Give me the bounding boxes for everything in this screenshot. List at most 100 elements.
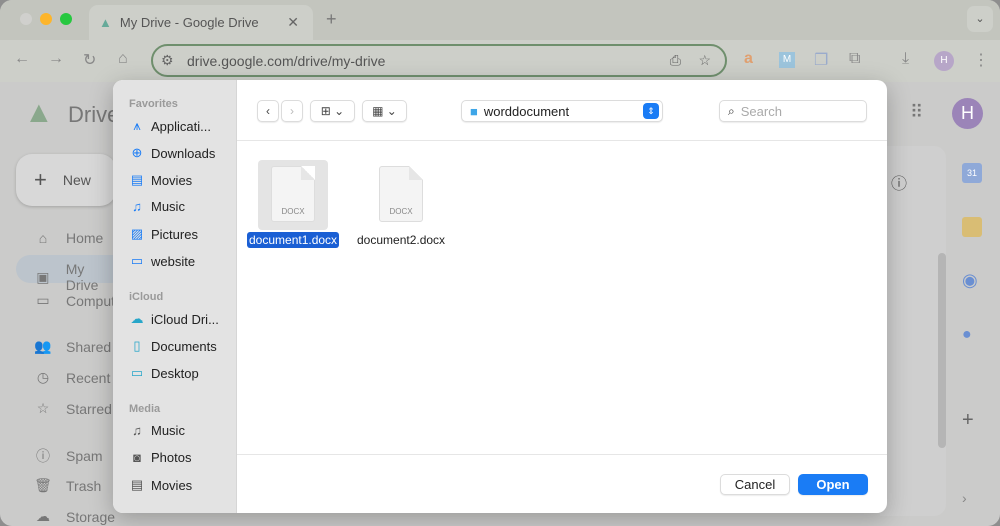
film-icon: ▤ <box>130 477 144 492</box>
file-item-document2[interactable]: DOCX document2.docx <box>357 160 445 247</box>
location-popup[interactable]: ■ worddocument ⇕ <box>461 100 663 122</box>
nav-my-drive[interactable]: ▣ My Drive <box>34 261 120 293</box>
sidebar-item-pictures[interactable]: ▨ Pictures <box>129 226 198 242</box>
nav-trash[interactable]: 🗑 Trash <box>34 477 101 494</box>
chevron-right-icon: › <box>290 104 294 118</box>
amazon-extension-icon[interactable]: a <box>744 50 753 68</box>
calendar-icon[interactable]: 31 <box>962 163 982 183</box>
file-name: document2.docx <box>357 233 446 247</box>
nav-spam[interactable]: ⓘ Spam <box>34 446 103 466</box>
sidebar-label: Applicati... <box>151 118 211 134</box>
reload-icon[interactable]: ↻ <box>83 50 96 70</box>
sidebar-item-desktop[interactable]: ▭ Desktop <box>129 365 199 381</box>
file-item-document1[interactable]: DOCX document1.docx <box>247 160 340 248</box>
keep-icon[interactable] <box>962 217 982 237</box>
drive-logo-icon: ▲ <box>24 96 54 129</box>
nav-label: Home <box>66 230 104 246</box>
people-icon: 👥 <box>34 338 52 354</box>
new-tab-button[interactable]: + <box>326 9 337 30</box>
updown-chevron-icon: ⇕ <box>643 103 659 119</box>
extensions-puzzle-icon[interactable]: ⧉ <box>849 50 860 68</box>
info-icon[interactable]: ⓘ <box>891 170 907 194</box>
address-bar[interactable]: ⚙ drive.google.com/drive/my-drive ⎙ ☆ <box>151 44 727 77</box>
nav-shared[interactable]: 👥 Shared <box>34 338 111 355</box>
file-open-dialog: Favorites ⩚ Applicati... ⊕ Downloads ▤ Movi… <box>113 80 887 513</box>
copy-extension-icon[interactable]: ❐ <box>814 50 828 70</box>
search-field[interactable]: ⌕ Search <box>719 100 867 122</box>
close-tab-icon[interactable]: ✕ <box>287 14 299 31</box>
sidebar-label: Photos <box>151 450 192 465</box>
view-mode-button[interactable]: ⊞ ⌄ <box>310 100 355 122</box>
contacts-icon[interactable]: ● <box>962 325 982 345</box>
tab-my-drive[interactable]: ▲ My Drive - Google Drive ✕ <box>89 5 313 40</box>
scrollbar[interactable] <box>938 253 946 448</box>
forward-icon[interactable]: → <box>48 50 64 68</box>
group-by-button[interactable]: ▦ ⌄ <box>362 100 407 122</box>
tasks-icon[interactable]: ◉ <box>962 270 982 290</box>
tab-strip: ▲ My Drive - Google Drive ✕ + ⌄ <box>0 0 1000 40</box>
profile-avatar[interactable]: H <box>934 51 954 71</box>
sidebar-label: Downloads <box>151 145 216 161</box>
menu-kebab-icon[interactable]: ⋮ <box>973 50 989 70</box>
pictures-icon: ▨ <box>130 226 144 241</box>
nav-label: Shared <box>66 338 112 355</box>
nav-home[interactable]: ⌂ Home <box>34 230 104 246</box>
footer-divider <box>237 454 887 455</box>
group-icon: ▦ ⌄ <box>372 104 397 118</box>
sidebar-item-media-movies[interactable]: ▤ Movies <box>129 477 192 493</box>
file-type-label: DOCX <box>281 207 305 216</box>
dialog-sidebar: Favorites ⩚ Applicati... ⊕ Downloads ▤ Movi… <box>113 80 237 513</box>
camera-icon: ◙ <box>133 450 141 465</box>
close-window-button[interactable] <box>20 13 32 25</box>
sidebar-label: Documents <box>151 338 217 354</box>
apps-grid-icon[interactable]: ⠿ <box>910 102 923 123</box>
forward-button[interactable]: › <box>281 100 303 122</box>
docx-file-icon: DOCX <box>379 166 424 222</box>
section-icloud: iCloud <box>129 291 164 303</box>
install-app-icon[interactable]: ⎙ <box>670 52 681 69</box>
site-settings-icon[interactable]: ⚙ <box>161 52 174 69</box>
applications-icon: ⩚ <box>133 118 141 133</box>
sidebar-item-photos[interactable]: ◙ Photos <box>129 450 191 465</box>
sidebar-item-music[interactable]: ♫ Music <box>129 199 185 214</box>
tab-search-button[interactable]: ⌄ <box>967 6 993 32</box>
account-avatar[interactable]: H <box>952 98 983 129</box>
expand-panel-icon[interactable]: › <box>962 488 982 508</box>
home-icon[interactable]: ⌂ <box>118 50 128 68</box>
back-button[interactable]: ‹ <box>257 100 279 122</box>
sidebar-item-media-music[interactable]: ♫ Music <box>129 423 185 438</box>
sidebar-item-documents[interactable]: ▯ Documents <box>129 338 217 354</box>
open-button[interactable]: Open <box>798 474 868 495</box>
nav-label: Storage <box>66 508 116 525</box>
star-icon: ☆ <box>36 400 50 416</box>
drive-logo-text: Drive <box>68 102 120 127</box>
maximize-window-button[interactable] <box>60 13 72 25</box>
search-placeholder: Search <box>740 103 782 119</box>
sidebar-label: Movies <box>151 172 193 188</box>
downloads-icon: ⊕ <box>131 145 143 160</box>
nav-storage[interactable]: ☁ Storage <box>34 508 115 525</box>
new-button[interactable]: + New <box>16 154 116 206</box>
nav-recent[interactable]: ◷ Recent <box>34 369 110 386</box>
sidebar-label: Music <box>151 199 185 214</box>
sidebar-item-website[interactable]: ▭ website <box>129 253 195 269</box>
sidebar-item-movies[interactable]: ▤ Movies <box>129 172 192 188</box>
minimize-window-button[interactable] <box>40 13 52 25</box>
bookmark-star-icon[interactable]: ☆ <box>698 52 711 69</box>
file-name: document1.docx <box>247 232 340 248</box>
nav-label: Comput <box>66 292 116 309</box>
add-addon-icon[interactable]: + <box>962 410 982 430</box>
nav-starred[interactable]: ☆ Starred <box>34 400 112 417</box>
cloud-icon: ☁ <box>130 311 144 326</box>
nav-computers[interactable]: ▭ Comput <box>34 292 115 309</box>
sidebar-label: iCloud Dri... <box>151 311 219 327</box>
m-extension-icon[interactable]: M <box>779 52 795 68</box>
sidebar-item-applications[interactable]: ⩚ Applicati... <box>129 118 211 134</box>
downloads-icon[interactable]: ⤓ <box>902 50 909 68</box>
sidebar-item-icloud-drive[interactable]: ☁ iCloud Dri... <box>129 311 219 327</box>
plus-icon: + <box>34 167 47 192</box>
sidebar-item-downloads[interactable]: ⊕ Downloads <box>129 145 216 161</box>
sidebar-label: Desktop <box>151 365 199 381</box>
cancel-button[interactable]: Cancel <box>720 474 790 495</box>
back-icon[interactable]: ← <box>14 50 30 68</box>
